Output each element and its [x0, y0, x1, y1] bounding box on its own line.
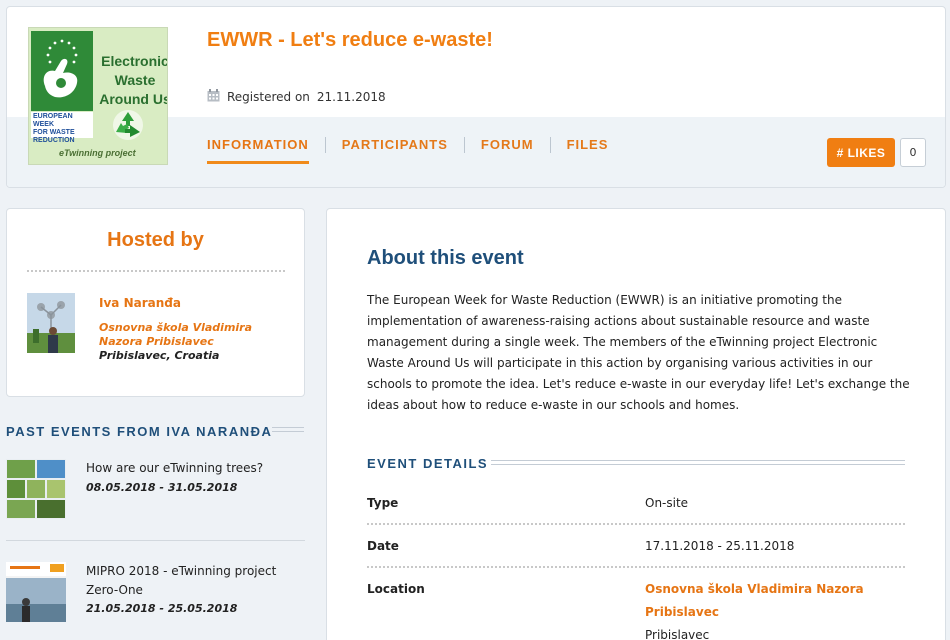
dotted-divider — [367, 523, 905, 525]
host-card: Hosted by Iva Naranđa Osnovna škola Vlad… — [6, 208, 305, 397]
recycle-icon — [111, 108, 145, 146]
likes-count: 0 — [900, 138, 926, 167]
list-item[interactable]: MIPRO 2018 - eTwinning project Zero-One … — [6, 562, 305, 624]
list-divider — [6, 540, 305, 541]
past-event-dates: 08.05.2018 - 31.05.2018 — [86, 481, 238, 494]
dotted-divider — [27, 270, 285, 272]
about-heading: About this event — [367, 247, 524, 269]
event-title: EWWR - Let's reduce e-waste! — [207, 29, 493, 51]
event-main-card: About this event The European Week for W… — [326, 208, 946, 640]
detail-value: 17.11.2018 - 25.11.2018 — [645, 539, 795, 553]
event-logo: Electronic Waste Around Us EUROPEAN WEEK… — [28, 27, 168, 165]
detail-value: Osnovna škola Vladimira Nazora Pribislav… — [645, 578, 875, 640]
detail-value: On-site — [645, 496, 689, 510]
tab-forum[interactable]: FORUM — [481, 137, 534, 164]
event-details-heading: EVENT DETAILS — [367, 456, 489, 471]
past-events-heading: PAST EVENTS FROM IVA NARANĐA — [6, 424, 273, 439]
past-event-thumbnail[interactable] — [6, 562, 66, 622]
eu-hand-emblem — [31, 31, 93, 111]
tab-information[interactable]: INFORMATION — [207, 137, 309, 164]
registered-date: 21.11.2018 — [316, 90, 386, 104]
host-place: Pribislavec, Croatia — [99, 349, 220, 362]
detail-label: Type — [367, 496, 399, 510]
heading-rule — [272, 427, 304, 432]
registered-label: Registered on — [227, 90, 310, 104]
logo-title: Electronic Waste Around Us — [99, 53, 168, 107]
event-header-card: Electronic Waste Around Us EUROPEAN WEEK… — [6, 6, 946, 188]
dotted-divider — [367, 566, 905, 568]
calendar-icon — [207, 89, 220, 105]
hosted-by-heading: Hosted by — [107, 229, 204, 251]
event-tabs: INFORMATION PARTICIPANTS FORUM FILES — [207, 136, 609, 164]
ewwr-tag: EUROPEAN WEEK FOR WASTE REDUCTION — [31, 112, 93, 144]
tab-separator — [463, 136, 465, 153]
heading-rule — [491, 460, 905, 465]
past-event-thumbnail[interactable] — [6, 459, 66, 519]
host-name-link[interactable]: Iva Naranđa — [99, 296, 181, 310]
about-description: The European Week for Waste Reduction (E… — [367, 293, 910, 412]
location-town: Pribislavec — [645, 628, 710, 640]
past-event-name[interactable]: How are our eTwinning trees? — [86, 459, 296, 478]
location-link[interactable]: Osnovna škola Vladimira Nazora Pribislav… — [645, 578, 875, 624]
past-event-dates: 21.05.2018 - 25.05.2018 — [86, 602, 238, 615]
detail-label: Location — [367, 582, 425, 596]
detail-label: Date — [367, 539, 399, 553]
past-event-name[interactable]: MIPRO 2018 - eTwinning project Zero-One — [86, 562, 296, 600]
tab-separator — [324, 136, 326, 153]
list-item[interactable]: How are our eTwinning trees? 08.05.2018 … — [6, 459, 305, 521]
likes-button[interactable]: # LIKES — [827, 138, 895, 167]
host-school-link[interactable]: Osnovna škola Vladimira Nazora Pribislav… — [99, 321, 289, 349]
registered-info: Registered on 21.11.2018 — [207, 89, 386, 105]
logo-footer: eTwinning project — [59, 148, 136, 158]
host-avatar[interactable] — [27, 293, 75, 353]
tab-files[interactable]: FILES — [567, 137, 609, 164]
tab-separator — [549, 136, 551, 153]
tab-participants[interactable]: PARTICIPANTS — [342, 137, 448, 164]
